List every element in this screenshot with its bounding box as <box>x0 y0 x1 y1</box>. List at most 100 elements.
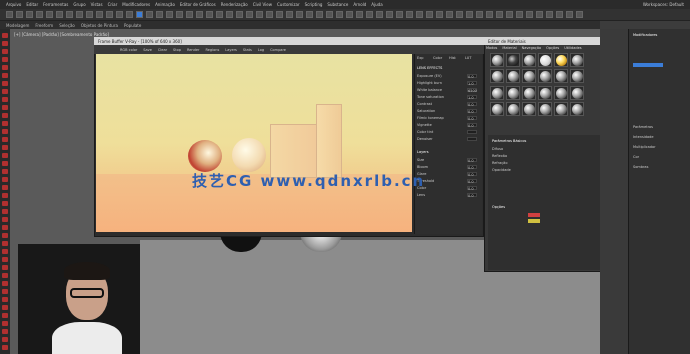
toolbar-button[interactable] <box>46 11 53 18</box>
menu-item-9[interactable]: Renderização <box>221 2 248 7</box>
toolbar-button[interactable] <box>366 11 373 18</box>
toolbar-button[interactable] <box>76 11 83 18</box>
toolbar-button[interactable] <box>286 11 293 18</box>
toolbar-button[interactable] <box>516 11 523 18</box>
left-tool-button[interactable] <box>2 225 8 230</box>
vfb-tool-9[interactable]: Compare <box>270 48 286 52</box>
ribbon-tab-2[interactable]: Seleção <box>59 23 75 28</box>
left-tool-button[interactable] <box>2 233 8 238</box>
left-tool-button[interactable] <box>2 241 8 246</box>
toolbar-button[interactable] <box>316 11 323 18</box>
toolbar-button[interactable] <box>16 11 23 18</box>
left-tool-button[interactable] <box>2 265 8 270</box>
menu-item-4[interactable]: Vistas <box>91 2 103 7</box>
toolbar-button[interactable] <box>566 11 573 18</box>
left-tool-button[interactable] <box>2 105 8 110</box>
menu-item-2[interactable]: Ferramentas <box>43 2 68 7</box>
vfb-tool-4[interactable]: Render <box>187 48 199 52</box>
menu-item-13[interactable]: Substance <box>327 2 348 7</box>
material-prop-row[interactable]: Difuso <box>492 147 503 151</box>
left-tool-button[interactable] <box>2 137 8 142</box>
menu-item-14[interactable]: Arnold <box>353 2 366 7</box>
toolbar-button[interactable] <box>296 11 303 18</box>
material-slot[interactable] <box>490 101 504 116</box>
material-slot[interactable] <box>506 69 520 84</box>
toolbar-button[interactable] <box>216 11 223 18</box>
toolbar-button[interactable] <box>466 11 473 18</box>
vfb-tool-2[interactable]: Clear <box>158 48 167 52</box>
toolbar-button[interactable] <box>6 11 13 18</box>
material-prop-row[interactable]: Reflexão <box>492 154 507 158</box>
toolbar-button[interactable] <box>116 11 123 18</box>
toolbar-button[interactable] <box>26 11 33 18</box>
left-tool-button[interactable] <box>2 161 8 166</box>
vfb-row-value[interactable]: 1.0 <box>467 81 477 86</box>
menu-item-3[interactable]: Grupo <box>73 2 85 7</box>
material-slot[interactable] <box>522 101 536 116</box>
toolbar-button[interactable] <box>536 11 543 18</box>
left-tool-button[interactable] <box>2 169 8 174</box>
toolbar-button[interactable] <box>236 11 243 18</box>
vfb-panel-tab[interactable]: Color <box>433 56 448 62</box>
toolbar-button[interactable] <box>156 11 163 18</box>
material-slot[interactable] <box>506 53 520 67</box>
left-tool-button[interactable] <box>2 281 8 286</box>
ribbon-tab-1[interactable]: Freeform <box>35 23 53 28</box>
toolbar-button[interactable] <box>86 11 93 18</box>
vfb-tool-7[interactable]: Stats <box>243 48 252 52</box>
vfb-panel-tab[interactable]: Exp <box>417 56 432 62</box>
vfb-row-value[interactable]: 0.0 <box>467 186 477 191</box>
toolbar-button[interactable] <box>396 11 403 18</box>
toolbar-button[interactable] <box>576 11 583 18</box>
toolbar-button[interactable] <box>356 11 363 18</box>
material-slot[interactable] <box>570 53 584 67</box>
left-tool-button[interactable] <box>2 41 8 46</box>
menu-item-7[interactable]: Animação <box>155 2 175 7</box>
material-slot[interactable] <box>554 85 568 100</box>
vfb-row-value[interactable]: 0.0 <box>467 123 477 128</box>
toolbar-button[interactable] <box>256 11 263 18</box>
material-slot[interactable] <box>490 69 504 84</box>
menu-item-8[interactable]: Editor de Gráficos <box>180 2 216 7</box>
toolbar-button[interactable] <box>486 11 493 18</box>
material-menu-item-0[interactable]: Modos <box>486 46 497 50</box>
toolbar-button[interactable] <box>496 11 503 18</box>
toolbar-button[interactable] <box>476 11 483 18</box>
vfb-section-header[interactable]: LENS EFFECTS <box>417 66 481 72</box>
left-tool-button[interactable] <box>2 129 8 134</box>
vfb-section-header[interactable]: Layers <box>417 150 481 156</box>
menu-item-5[interactable]: Criar <box>108 2 118 7</box>
left-tool-button[interactable] <box>2 297 8 302</box>
left-tool-button[interactable] <box>2 121 8 126</box>
vfb-tool-0[interactable]: RGB color <box>120 48 137 52</box>
toolbar-button[interactable] <box>166 11 173 18</box>
material-prop-row[interactable]: Parâmetros Básicos <box>492 139 526 143</box>
command-panel-row[interactable]: Intensidade <box>633 135 654 139</box>
left-tool-button[interactable] <box>2 257 8 262</box>
command-panel-row[interactable]: Sombras <box>633 165 648 169</box>
left-tool-button[interactable] <box>2 217 8 222</box>
toolbar-button[interactable] <box>176 11 183 18</box>
material-menu-item-4[interactable]: Utilidades <box>564 46 581 50</box>
toolbar-button[interactable] <box>506 11 513 18</box>
menu-item-10[interactable]: Civil View <box>253 2 272 7</box>
material-slot[interactable] <box>570 69 584 84</box>
toolbar-button[interactable] <box>36 11 43 18</box>
material-prop-row[interactable]: Refração <box>492 161 507 165</box>
left-tool-button[interactable] <box>2 305 8 310</box>
vfb-panel-tab[interactable]: LUT <box>465 56 480 62</box>
left-tool-button[interactable] <box>2 185 8 190</box>
material-prop-row[interactable]: Opacidade <box>492 168 511 172</box>
material-slot[interactable] <box>554 69 568 84</box>
vfb-tool-5[interactable]: Regions <box>205 48 219 52</box>
toolbar-button[interactable] <box>106 11 113 18</box>
vfb-row-value[interactable]: 0.0 <box>467 109 477 114</box>
vfb-row-value[interactable] <box>467 137 477 141</box>
material-slot[interactable] <box>538 53 552 67</box>
vfb-tool-8[interactable]: Log <box>258 48 264 52</box>
toolbar-button[interactable] <box>426 11 433 18</box>
left-tool-button[interactable] <box>2 273 8 278</box>
left-tool-button[interactable] <box>2 33 8 38</box>
workspace-select[interactable]: Workspaces: Default <box>643 2 690 7</box>
material-slot[interactable] <box>522 69 536 84</box>
